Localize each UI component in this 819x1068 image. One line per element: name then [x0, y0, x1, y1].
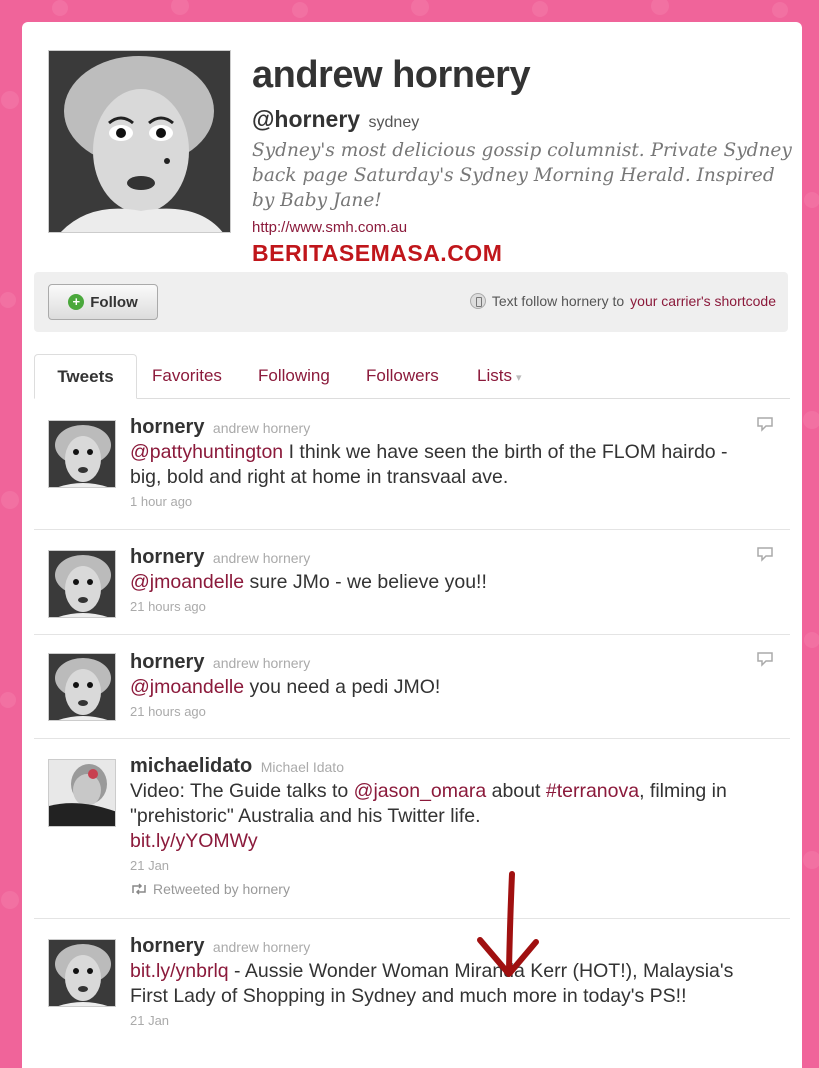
tab-following[interactable]: Following [258, 354, 330, 399]
tweet-timestamp[interactable]: 21 hours ago [130, 704, 760, 719]
watermark-text: BERITASEMASA.COM [252, 240, 503, 266]
tweet-avatar[interactable] [48, 550, 116, 618]
tweet-username[interactable]: hornery [130, 651, 204, 673]
tweet-text: bit.ly/ynbrlq - Aussie Wonder Woman Mira… [130, 959, 760, 1009]
mention-link[interactable]: @jmoandelle [130, 676, 244, 698]
tweet-item: hornery andrew hornery bit.ly/ynbrlq - A… [34, 919, 790, 1068]
tweet-text: @jmoandelle you need a pedi JMO! [130, 675, 760, 700]
hashtag-link[interactable]: #terranova [546, 780, 639, 802]
profile-name: andrew hornery [252, 54, 531, 96]
retweet-label: Retweeted by hornery [153, 881, 290, 897]
tweet-timestamp[interactable]: 21 Jan [130, 858, 760, 873]
tweet-username[interactable]: hornery [130, 935, 204, 957]
avatar-thumb-image [49, 421, 115, 487]
phone-icon [469, 293, 486, 309]
avatar-thumb-image [49, 654, 115, 720]
tweet-body: hornery andrew hornery @jmoandelle sure … [130, 546, 760, 614]
red-arrow-annotation [477, 871, 539, 977]
text-follow-info: Text follow hornery to your carrier's sh… [469, 293, 776, 309]
tweet-fullname: andrew hornery [212, 939, 311, 955]
tab-tweets[interactable]: Tweets [34, 354, 137, 399]
tweet-timestamp[interactable]: 1 hour ago [130, 494, 760, 509]
tweet-username[interactable]: hornery [130, 416, 204, 438]
tab-favorites[interactable]: Favorites [152, 354, 222, 399]
tweet-avatar[interactable] [48, 420, 116, 488]
speech-bubble-icon[interactable] [756, 546, 774, 562]
tab-followers[interactable]: Followers [366, 354, 439, 399]
avatar-thumb-image [49, 940, 115, 1006]
tweet-text: Video: The Guide talks to @jason_omara a… [130, 779, 760, 854]
tweet-timestamp[interactable]: 21 hours ago [130, 599, 760, 614]
url-link[interactable]: bit.ly/ynbrlq [130, 960, 229, 982]
tweet-fullname: andrew hornery [212, 420, 311, 436]
chevron-down-icon: ▾ [515, 372, 522, 384]
url-link[interactable]: bit.ly/yYOMWy [130, 830, 258, 852]
tweet-text-part: Video: The Guide talks to [130, 780, 354, 802]
tweet-body: hornery andrew hornery @pattyhuntington … [130, 416, 760, 509]
tweet-text-part: about [486, 780, 546, 802]
tweet-avatar[interactable] [48, 653, 116, 721]
profile-tabs: Tweets Favorites Following Followers Lis… [34, 354, 790, 399]
avatar-thumb-image [49, 551, 115, 617]
tweet-text: @pattyhuntington I think we have seen th… [130, 440, 760, 490]
tweet-timestamp[interactable]: 21 Jan [130, 1013, 760, 1028]
tweet-body: hornery andrew hornery @jmoandelle you n… [130, 651, 760, 719]
tweet-item: hornery andrew hornery @jmoandelle sure … [34, 530, 790, 635]
tweet-fullname: andrew hornery [212, 550, 311, 566]
action-bar: + Follow Text follow hornery to your car… [34, 272, 788, 332]
tweet-fullname: Michael Idato [260, 759, 344, 775]
tweet-item: michaelidato Michael Idato Video: The Gu… [34, 739, 790, 919]
profile-card: andrew hornery @hornery sydney Sydney's … [22, 22, 802, 1068]
speech-bubble-icon[interactable] [756, 651, 774, 667]
tweet-text-content: sure JMo - we believe you!! [244, 571, 487, 593]
follow-button-label: Follow [90, 293, 138, 311]
handle-row: @hornery sydney [252, 106, 419, 133]
profile-avatar[interactable] [48, 50, 231, 233]
tab-lists[interactable]: Lists ▾ [477, 354, 522, 399]
profile-url-link[interactable]: http://www.smh.com.au [252, 219, 407, 236]
mention-link[interactable]: @jmoandelle [130, 571, 244, 593]
plus-icon: + [68, 294, 85, 310]
text-follow-prefix: Text follow hornery to [491, 293, 625, 309]
follow-button[interactable]: + Follow [48, 284, 158, 320]
tweet-body: hornery andrew hornery bit.ly/ynbrlq - A… [130, 935, 760, 1028]
tweet-username[interactable]: michaelidato [130, 755, 252, 777]
tweet-avatar[interactable] [48, 759, 116, 827]
mention-link[interactable]: @jason_omara [354, 780, 487, 802]
tweet-fullname: andrew hornery [212, 655, 311, 671]
tweet-item: hornery andrew hornery @jmoandelle you n… [34, 635, 790, 739]
retweet-info: Retweeted by hornery [130, 881, 760, 897]
tweet-avatar[interactable] [48, 939, 116, 1007]
tweet-body: michaelidato Michael Idato Video: The Gu… [130, 755, 760, 897]
tweet-text: @jmoandelle sure JMo - we believe you!! [130, 570, 760, 595]
avatar-portrait-image [49, 51, 230, 232]
carrier-shortcode-link[interactable]: your carrier's shortcode [630, 293, 776, 309]
tweet-item: hornery andrew hornery @pattyhuntington … [34, 400, 790, 530]
profile-location: sydney [368, 114, 420, 131]
tab-lists-label: Lists [477, 366, 512, 385]
mention-link[interactable]: @pattyhuntington [130, 441, 283, 463]
tweet-text-content: you need a pedi JMO! [244, 676, 441, 698]
profile-bio: Sydney's most delicious gossip columnist… [252, 140, 792, 211]
profile-handle: @hornery [252, 106, 361, 132]
tweet-username[interactable]: hornery [130, 546, 204, 568]
retweet-icon [132, 883, 146, 895]
speech-bubble-icon[interactable] [756, 416, 774, 432]
avatar-thumb-image [49, 760, 115, 826]
